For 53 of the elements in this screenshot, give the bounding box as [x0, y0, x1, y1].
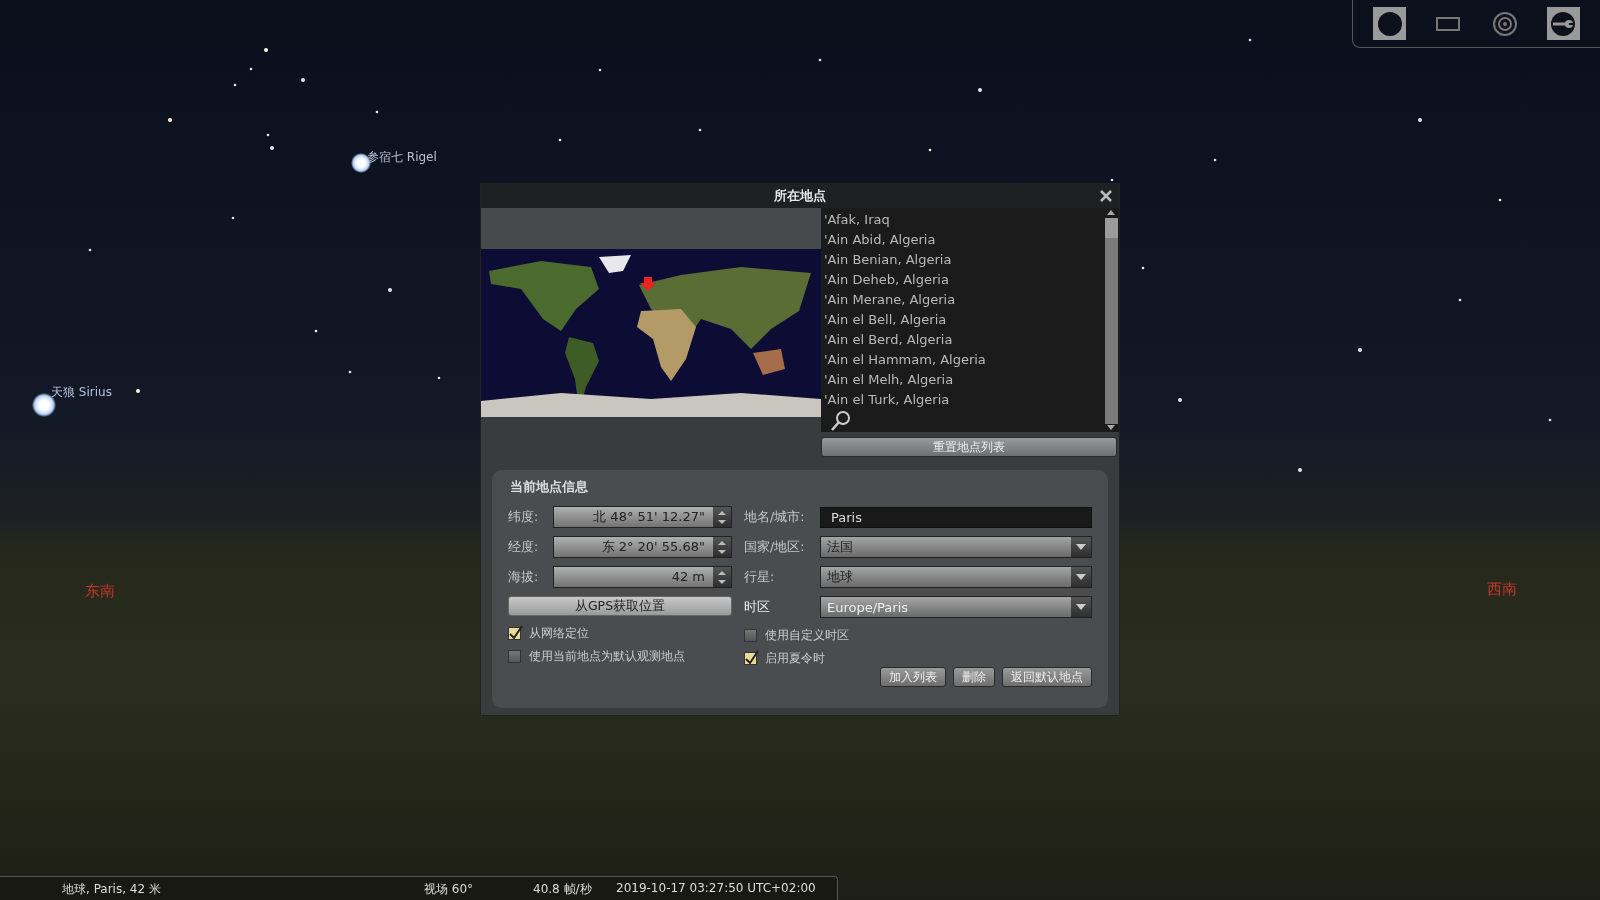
checkbox[interactable]: [508, 649, 521, 663]
scrollbar[interactable]: [1103, 208, 1119, 432]
close-icon[interactable]: [1099, 189, 1113, 203]
field-label: 地名/城市:: [744, 508, 806, 526]
location-list-item[interactable]: 'Ain Benian, Algeria: [824, 250, 1103, 270]
location-list-item[interactable]: 'Ain el Turk, Algeria: [824, 390, 1103, 410]
toolbar-button[interactable]: [1546, 7, 1580, 40]
status-text: 视场 60°: [424, 881, 474, 898]
spin-field[interactable]: 北 48° 51' 12.27": [553, 506, 732, 528]
location-list-item[interactable]: 'Afak, Iraq: [824, 210, 1103, 230]
compass-label: 西南: [1487, 580, 1517, 599]
checkbox[interactable]: [744, 651, 757, 665]
dialog-button[interactable]: 加入列表: [880, 667, 946, 687]
city-input[interactable]: Paris: [820, 506, 1092, 528]
star-label: 天狼 Sirius: [51, 384, 112, 401]
location-list-item[interactable]: 'Ain Abid, Algeria: [824, 230, 1103, 250]
dialog-button[interactable]: 返回默认地点: [1002, 667, 1092, 687]
field-label: 行星:: [744, 568, 776, 586]
dropdown[interactable]: 法国: [820, 536, 1092, 558]
scroll-thumb[interactable]: [1104, 218, 1118, 238]
checkbox[interactable]: [744, 628, 757, 642]
location-list-item[interactable]: 'Ain el Melh, Algeria: [824, 370, 1103, 390]
status-text: 地球, Paris, 42 米: [62, 881, 161, 898]
caret-icon: [1075, 603, 1087, 611]
location-list-item[interactable]: 'Ain Merane, Algeria: [824, 290, 1103, 310]
caret-icon: [1075, 573, 1087, 581]
caret-icon: [1075, 543, 1087, 551]
field-label: 时区: [744, 598, 771, 616]
compass-label: 东南: [85, 582, 115, 601]
status-text: 2019-10-17 03:27:50 UTC+02:00: [616, 881, 816, 895]
field-label: 纬度:: [508, 508, 540, 526]
toolbar-button[interactable]: [1373, 7, 1407, 40]
panel-heading: 当前地点信息: [510, 478, 589, 496]
dialog-title: 所在地点: [774, 187, 826, 205]
checkbox-label: 使用自定义时区: [765, 626, 849, 644]
checkbox[interactable]: [508, 626, 521, 640]
status-text: 40.8 帧/秒: [533, 881, 592, 898]
dropdown[interactable]: 地球: [820, 566, 1092, 588]
checkbox-label: 启用夏令时: [765, 649, 825, 667]
star-label: 参宿七 Rigel: [367, 149, 437, 166]
spin-field[interactable]: 东 2° 20' 55.68": [553, 536, 732, 558]
field-label: 国家/地区:: [744, 538, 806, 556]
checkbox-label: 从网络定位: [529, 624, 589, 642]
location-list-item[interactable]: 'Ain el Bell, Algeria: [824, 310, 1103, 330]
gps-button[interactable]: 从GPS获取位置: [508, 596, 732, 616]
spin-field[interactable]: 42 m: [553, 566, 732, 588]
search-icon[interactable]: [830, 410, 852, 432]
location-list-item[interactable]: 'Ain el Hammam, Algeria: [824, 350, 1103, 370]
location-list-item[interactable]: 'Ain el Berd, Algeria: [824, 330, 1103, 350]
field-label: 经度:: [508, 538, 540, 556]
checkbox-label: 使用当前地点为默认观测地点: [529, 647, 685, 665]
field-label: 海拔:: [508, 568, 540, 586]
location-list-item[interactable]: 'Ain Deheb, Algeria: [824, 270, 1103, 290]
